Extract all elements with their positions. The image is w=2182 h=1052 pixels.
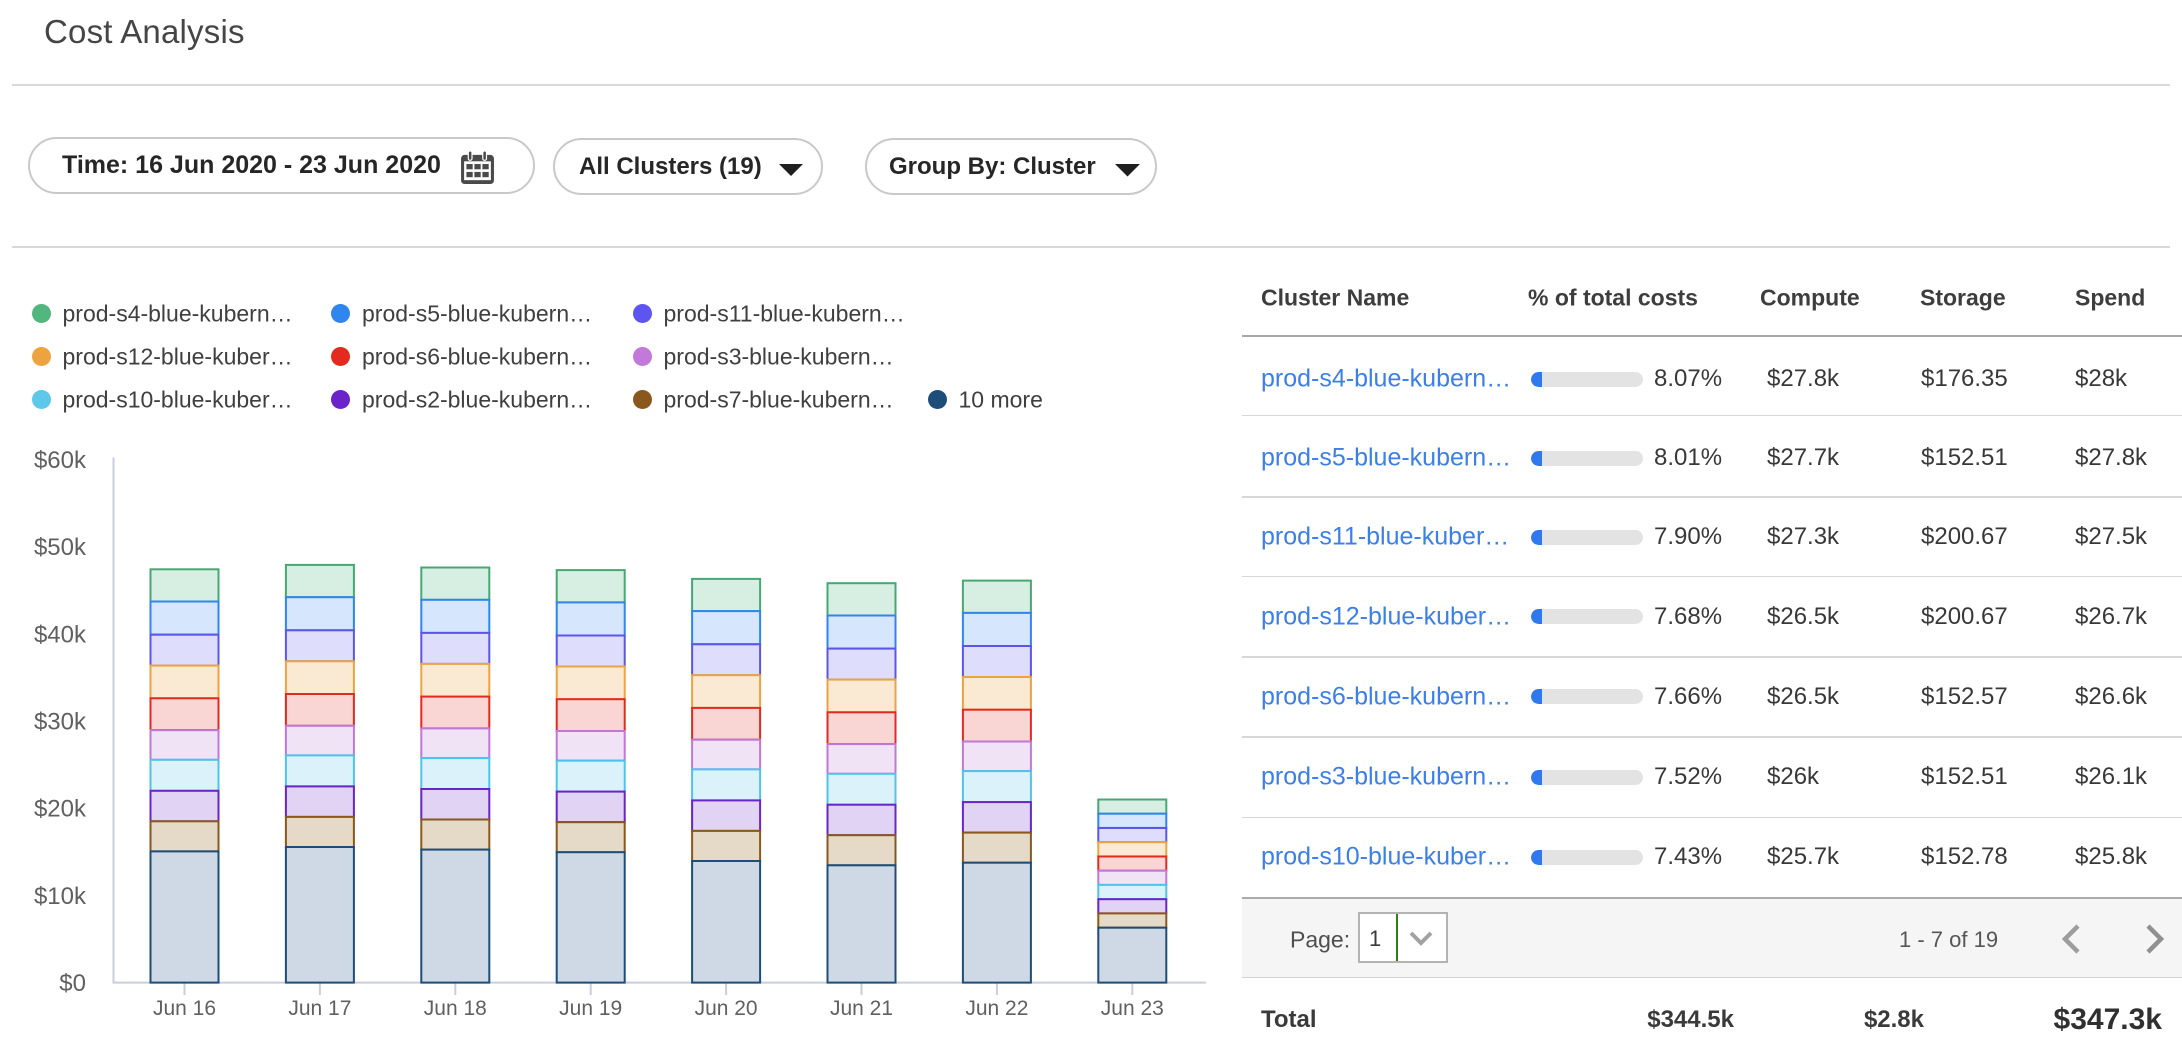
svg-text:$0: $0 bbox=[59, 970, 86, 997]
svg-text:$60k: $60k bbox=[34, 447, 87, 474]
svg-text:Jun 21: Jun 21 bbox=[830, 997, 893, 1020]
svg-text:Jun 16: Jun 16 bbox=[153, 997, 216, 1020]
svg-text:$40k: $40k bbox=[34, 621, 87, 648]
svg-text:Jun 20: Jun 20 bbox=[695, 997, 758, 1020]
svg-text:Jun 19: Jun 19 bbox=[559, 997, 622, 1020]
svg-text:$50k: $50k bbox=[34, 534, 87, 561]
svg-text:Jun 22: Jun 22 bbox=[965, 997, 1028, 1020]
svg-text:$30k: $30k bbox=[34, 709, 87, 736]
svg-text:Jun 17: Jun 17 bbox=[288, 997, 351, 1020]
svg-text:$20k: $20k bbox=[34, 796, 87, 823]
svg-text:$10k: $10k bbox=[34, 883, 87, 910]
svg-text:Jun 18: Jun 18 bbox=[424, 997, 487, 1020]
svg-text:Jun 23: Jun 23 bbox=[1101, 997, 1164, 1020]
